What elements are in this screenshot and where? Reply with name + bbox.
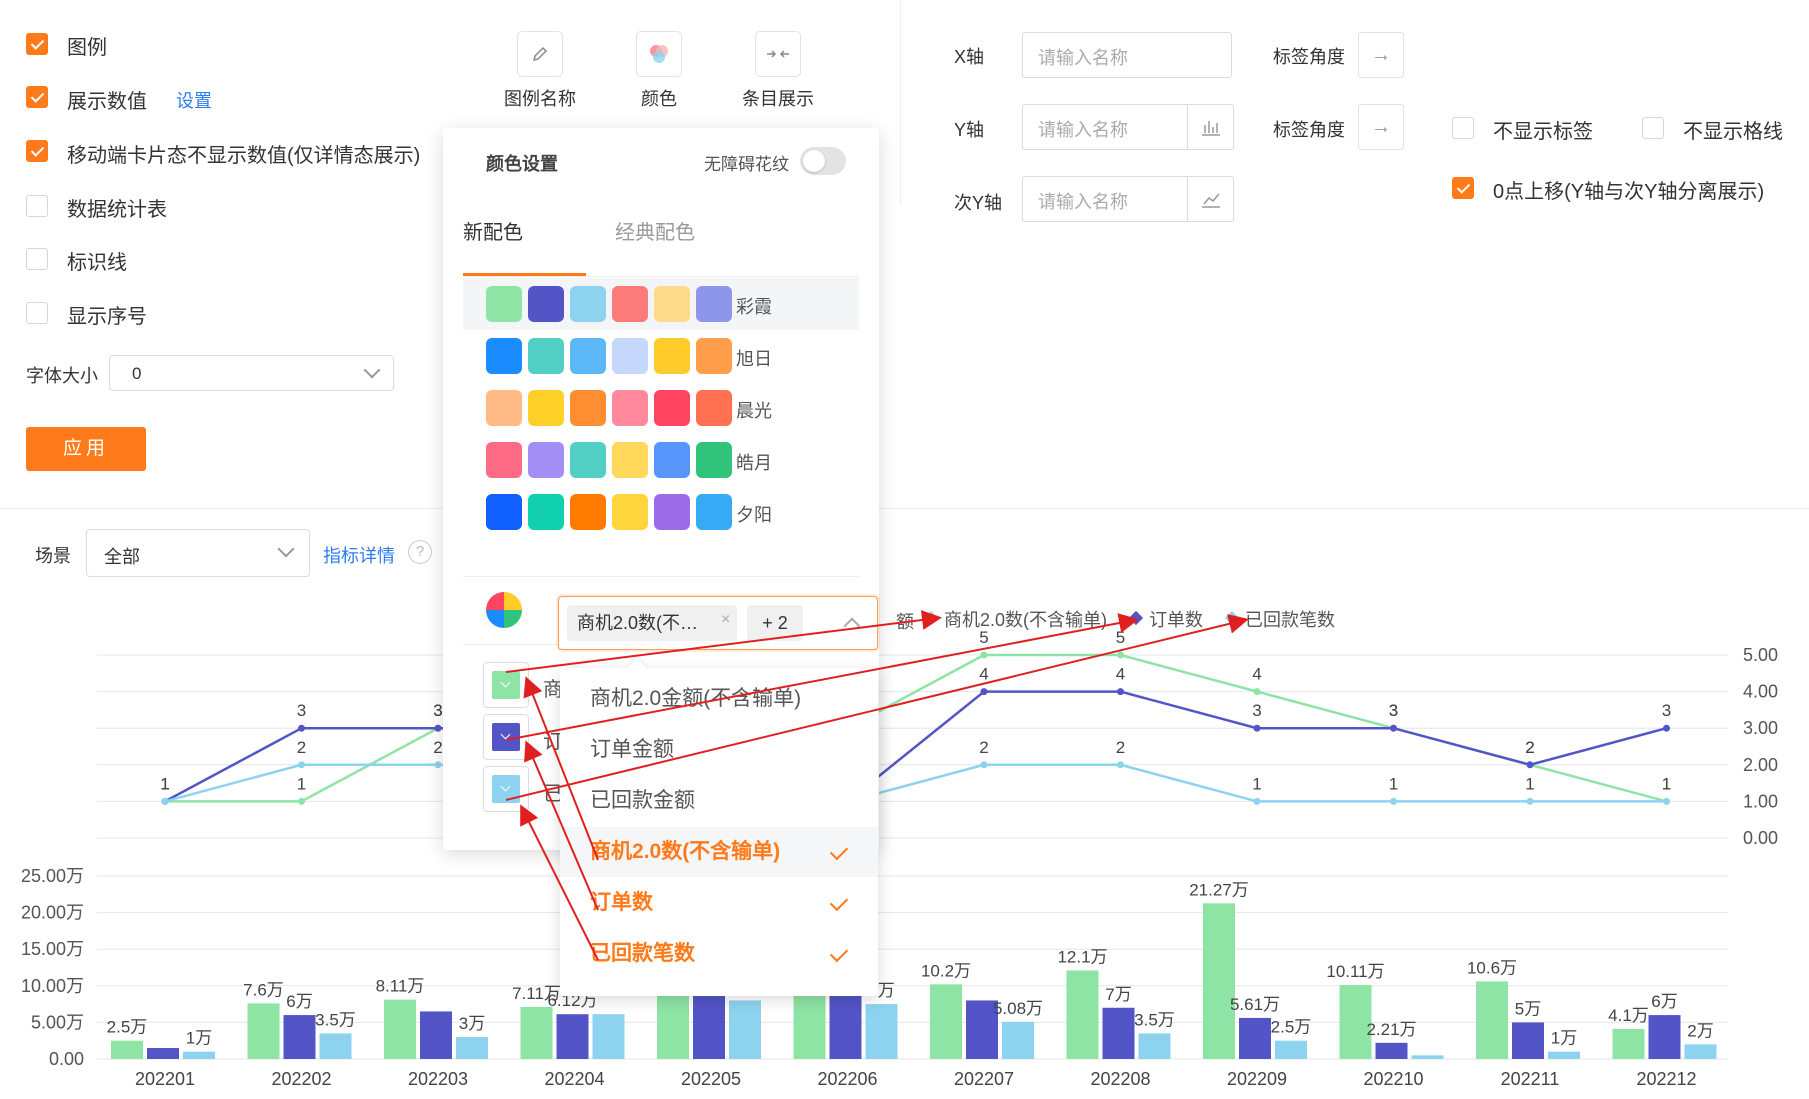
- annotation-arrows: [505, 610, 1249, 961]
